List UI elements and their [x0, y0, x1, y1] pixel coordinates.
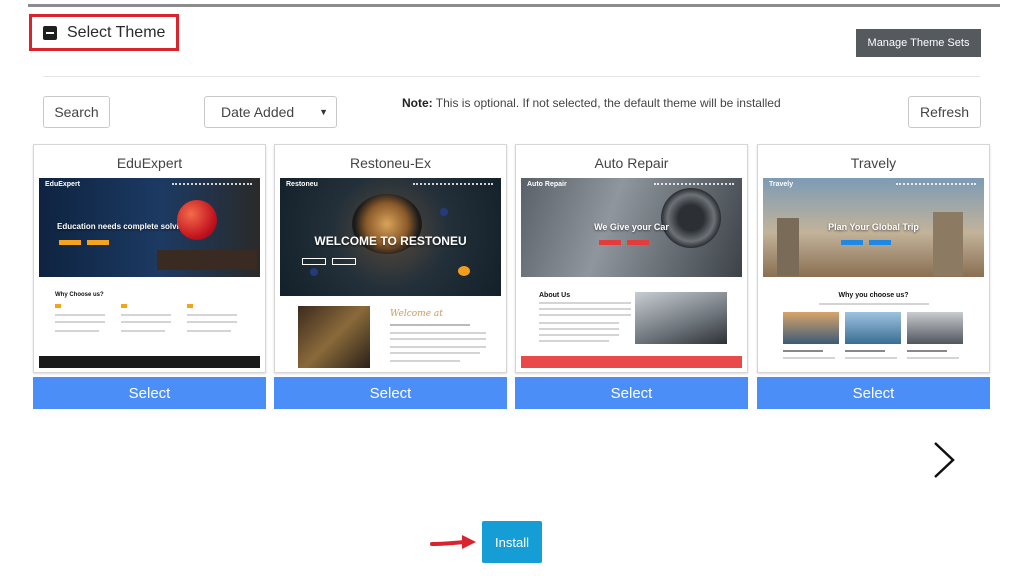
- theme-preview-image[interactable]: Restoneu WELCOME TO RESTONEU Welcome at: [280, 178, 501, 368]
- theme-name: Restoneu-Ex: [350, 155, 431, 171]
- note-text: This is optional. If not selected, the d…: [432, 96, 781, 110]
- preview-brand: Restoneu: [286, 181, 318, 188]
- preview-hero: Travely Plan Your Global Trip: [763, 178, 984, 277]
- sort-selected-value: Date Added: [221, 104, 295, 120]
- theme-name: Auto Repair: [594, 155, 669, 171]
- preview-destination-photo: [907, 312, 963, 344]
- note-label: Note:: [402, 96, 433, 110]
- top-divider: [28, 4, 1000, 7]
- theme-card-restoneu-ex[interactable]: Restoneu-Ex Restoneu WELCOME TO RESTONEU…: [274, 144, 507, 373]
- preview-section-title: Why Choose us?: [55, 292, 104, 298]
- preview-car-photo: [635, 292, 727, 344]
- preview-hero: Restoneu WELCOME TO RESTONEU: [280, 178, 501, 296]
- caret-down-icon: ▼: [319, 107, 328, 117]
- preview-nav: [413, 183, 493, 187]
- preview-books-illustration: [157, 250, 257, 270]
- theme-card-eduexpert[interactable]: EduExpert EduExpert Education needs comp…: [33, 144, 266, 373]
- arrow-right-icon: [430, 535, 476, 549]
- preview-hero: Auto Repair We Give your Car: [521, 178, 742, 277]
- minus-square-icon[interactable]: [43, 25, 57, 40]
- theme-preview-image[interactable]: EduExpert Education needs complete solvi…: [39, 178, 260, 368]
- theme-name: EduExpert: [116, 155, 183, 171]
- preview-wheel-illustration: [661, 188, 721, 248]
- search-button[interactable]: Search: [43, 96, 110, 128]
- chevron-right-icon[interactable]: [926, 440, 962, 480]
- select-button-auto-repair[interactable]: Select: [515, 377, 748, 409]
- header-divider: [43, 76, 980, 77]
- preview-food-photo: [298, 306, 370, 368]
- preview-destination-photo: [845, 312, 901, 344]
- preview-brand: Travely: [769, 181, 794, 188]
- preview-section-title: About Us: [539, 292, 571, 299]
- preview-brand: Auto Repair: [527, 181, 567, 188]
- preview-section-title: Welcome at: [390, 309, 443, 319]
- select-button-restoneu-ex[interactable]: Select: [274, 377, 507, 409]
- theme-card-auto-repair[interactable]: Auto Repair Auto Repair We Give your Car…: [515, 144, 748, 373]
- preview-headline: Education needs complete solving: [57, 222, 189, 231]
- section-title: Select Theme: [67, 23, 166, 41]
- theme-preview-image[interactable]: Travely Plan Your Global Trip Why you ch…: [763, 178, 984, 368]
- theme-preview-image[interactable]: Auto Repair We Give your Car About Us: [521, 178, 742, 368]
- preview-destination-photo: [783, 312, 839, 344]
- sort-select[interactable]: Date Added ▼: [204, 96, 337, 128]
- install-button[interactable]: Install: [482, 521, 542, 563]
- preview-apple-illustration: [177, 200, 217, 240]
- select-button-travely[interactable]: Select: [757, 377, 990, 409]
- refresh-button[interactable]: Refresh: [908, 96, 981, 128]
- preview-headline: WELCOME TO RESTONEU: [314, 234, 467, 248]
- preview-headline: We Give your Car: [594, 222, 669, 232]
- optional-note: Note: This is optional. If not selected,…: [402, 96, 781, 110]
- preview-hero-buttons: [841, 240, 891, 245]
- preview-headline: Plan Your Global Trip: [828, 222, 919, 232]
- preview-brand: EduExpert: [45, 181, 81, 188]
- preview-nav: [896, 183, 976, 187]
- theme-name: Travely: [850, 155, 897, 171]
- preview-hero: EduExpert Education needs complete solvi…: [39, 178, 260, 277]
- preview-section-title: Why you choose us?: [838, 292, 909, 299]
- select-theme-header[interactable]: Select Theme: [29, 14, 179, 51]
- select-button-eduexpert[interactable]: Select: [33, 377, 266, 409]
- preview-hero-buttons: [59, 240, 109, 245]
- preview-hero-buttons: [302, 258, 356, 265]
- preview-nav: [654, 183, 734, 187]
- preview-hero-buttons: [599, 240, 649, 245]
- preview-nav: [172, 183, 252, 187]
- manage-theme-sets-button[interactable]: Manage Theme Sets: [856, 29, 981, 57]
- theme-card-travely[interactable]: Travely Travely Plan Your Global Trip Wh…: [757, 144, 990, 373]
